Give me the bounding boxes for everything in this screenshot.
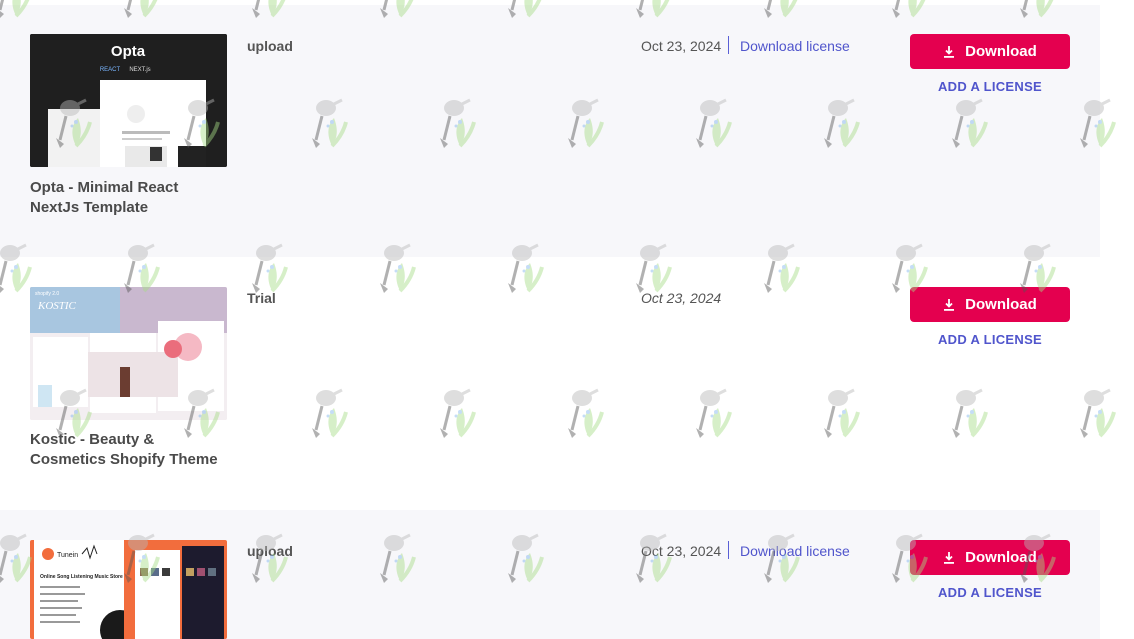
download-license-link[interactable]: Download license <box>740 543 850 559</box>
license-type-label: Trial <box>247 290 276 306</box>
product-thumbnail-opta[interactable]: Opta REACT NEXT.js <box>30 34 227 167</box>
add-license-link[interactable]: ADD A LICENSE <box>910 332 1070 347</box>
add-license-link[interactable]: ADD A LICENSE <box>910 79 1070 94</box>
download-button-label: Download <box>965 43 1037 60</box>
download-icon <box>943 45 955 58</box>
divider <box>728 36 729 54</box>
download-button[interactable]: Download <box>910 287 1070 322</box>
download-icon <box>943 551 955 564</box>
svg-text:NEXT.js: NEXT.js <box>129 67 150 73</box>
download-button-label: Download <box>965 296 1037 313</box>
download-button[interactable]: Download <box>910 540 1070 575</box>
svg-text:Online Song Listening Music St: Online Song Listening Music Store <box>40 574 123 580</box>
download-icon <box>943 298 955 311</box>
svg-text:shopify 2.0: shopify 2.0 <box>35 291 59 297</box>
add-license-link[interactable]: ADD A LICENSE <box>910 585 1070 600</box>
purchase-date: Oct 23, 2024 <box>641 290 722 306</box>
purchase-date: Oct 23, 2024 <box>641 543 722 559</box>
divider <box>728 541 729 559</box>
product-thumbnail-tunein[interactable]: Tunein Online Song Listening Music Store <box>30 540 227 639</box>
purchase-date: Oct 23, 2024 <box>641 38 722 54</box>
product-title[interactable]: Kostic - Beauty & Cosmetics Shopify Them… <box>30 430 230 470</box>
license-type-label: upload <box>247 38 293 54</box>
product-title[interactable]: Opta - Minimal React NextJs Template <box>30 178 230 218</box>
license-row-tunein: Tunein Online Song Listening Music Store… <box>0 510 1100 639</box>
svg-text:Opta: Opta <box>111 43 146 60</box>
license-row-kostic: shopify 2.0 KOSTIC Kostic - Beauty & Cos… <box>0 257 1100 510</box>
license-row-opta: Opta REACT NEXT.js Opta - Minimal React … <box>0 5 1100 257</box>
license-type-label: upload <box>247 543 293 559</box>
svg-text:KOSTIC: KOSTIC <box>37 300 77 312</box>
download-license-link[interactable]: Download license <box>740 38 850 54</box>
download-button-label: Download <box>965 549 1037 566</box>
product-thumbnail-kostic[interactable]: shopify 2.0 KOSTIC <box>30 287 227 420</box>
svg-text:Tunein: Tunein <box>57 552 78 559</box>
download-button[interactable]: Download <box>910 34 1070 69</box>
svg-text:REACT: REACT <box>100 67 121 73</box>
